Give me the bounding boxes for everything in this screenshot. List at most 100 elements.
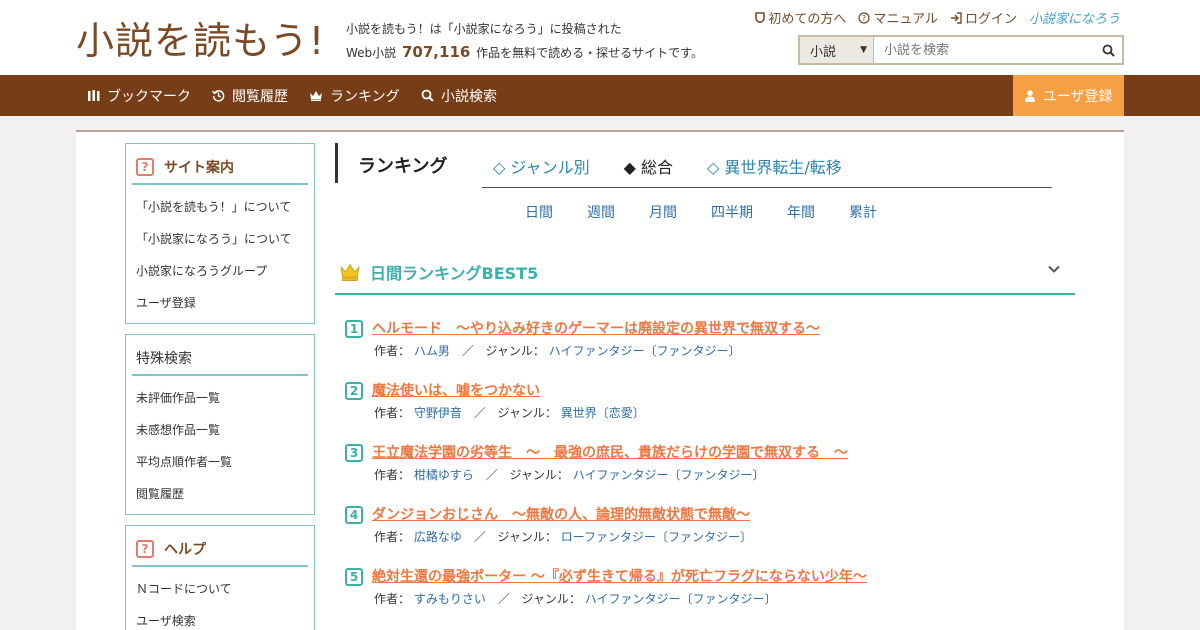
meta-separator: ／ bbox=[473, 406, 486, 420]
tagline-suffix: 作品を無料で読める・探せるサイトです。 bbox=[476, 46, 703, 60]
help-header: ? ヘルプ bbox=[132, 534, 308, 567]
rank-number-badge: 4 bbox=[345, 506, 363, 524]
sidebar-item-unrated[interactable]: 未評価作品一覧 bbox=[136, 382, 314, 414]
sidebar-help: ? ヘルプ Ｎコードについて ユーザ検索 bbox=[125, 525, 315, 630]
sidebar-item-register[interactable]: ユーザ登録 bbox=[136, 287, 314, 319]
nav-bookmark[interactable]: ブックマーク bbox=[88, 75, 191, 116]
site-header: 小説を読もう! 小説を読もう！は「小説家になろう」に投稿された Web小説 70… bbox=[0, 0, 1200, 75]
site-guide-list: 「小説を読もう！」について 「小説家になろう」について 小説家になろうグループ … bbox=[126, 185, 314, 325]
ranking-title: ランキング bbox=[358, 156, 448, 177]
rank-number-badge: 2 bbox=[345, 382, 363, 400]
author-label: 作者： bbox=[374, 344, 411, 358]
question-icon: ? bbox=[136, 157, 154, 176]
first-time-label: 初めての方へ bbox=[768, 12, 847, 27]
nav-search-label: 小説検索 bbox=[441, 88, 497, 105]
header-links: 初めての方へ ? マニュアル ログイン 小説家になろう bbox=[755, 8, 1120, 27]
search-bar: 小説 ▼ bbox=[798, 35, 1124, 65]
author-label: 作者： bbox=[374, 530, 411, 544]
meta-separator: ／ bbox=[485, 468, 498, 482]
tab-genre[interactable]: ◇ ジャンル別 bbox=[493, 154, 590, 178]
nav-register-button[interactable]: ユーザ登録 bbox=[1013, 75, 1124, 116]
crown-icon bbox=[340, 263, 360, 281]
tabs-divider bbox=[482, 187, 1052, 188]
site-tagline: 小説を読もう！は「小説家になろう」に投稿された Web小説 707,116 作品… bbox=[346, 18, 703, 65]
meta-separator: ／ bbox=[497, 592, 510, 606]
author-label: 作者： bbox=[374, 406, 411, 420]
search-icon bbox=[1102, 44, 1115, 57]
period-weekly[interactable]: 週間 bbox=[587, 202, 615, 222]
period-monthly[interactable]: 月間 bbox=[649, 202, 677, 222]
special-search-header: 特殊検索 bbox=[132, 343, 308, 376]
work-count: 707,116 bbox=[402, 43, 471, 61]
genre-label: ジャンル： bbox=[485, 344, 545, 358]
sidebar-special-search: 特殊検索 未評価作品一覧 未感想作品一覧 平均点順作者一覧 閲覧履歴 bbox=[125, 334, 315, 515]
site-logo[interactable]: 小説を読もう! bbox=[76, 10, 325, 65]
search-type-value: 小説 bbox=[810, 44, 837, 60]
rank-number-badge: 3 bbox=[345, 444, 363, 462]
search-type-select[interactable]: 小説 ▼ bbox=[800, 37, 874, 63]
best5-title: 日間ランキングBEST5 bbox=[370, 263, 539, 283]
sidebar-item-about-narou[interactable]: 「小説家になろう」について bbox=[136, 223, 314, 255]
manual-link[interactable]: ? マニュアル bbox=[858, 8, 938, 27]
search-input[interactable] bbox=[874, 37, 1094, 63]
genre-link[interactable]: ローファンタジー〔ファンタジー〕 bbox=[561, 530, 752, 544]
special-search-list: 未評価作品一覧 未感想作品一覧 平均点順作者一覧 閲覧履歴 bbox=[126, 376, 314, 516]
sidebar-item-about-yomou[interactable]: 「小説を読もう！」について bbox=[136, 191, 314, 223]
caret-down-icon: ▼ bbox=[860, 45, 867, 55]
period-quarterly[interactable]: 四半期 bbox=[711, 202, 753, 222]
sidebar-item-user-search[interactable]: ユーザ検索 bbox=[136, 605, 314, 630]
sidebar-item-narou-group[interactable]: 小説家になろうグループ bbox=[136, 255, 314, 287]
author-link[interactable]: 柑橘ゆすら bbox=[414, 468, 474, 482]
author-link[interactable]: 守野伊音 bbox=[414, 406, 462, 420]
site-guide-title: サイト案内 bbox=[164, 159, 234, 176]
nav-history-label: 閲覧履歴 bbox=[232, 88, 288, 105]
author-link[interactable]: 広路なゆ bbox=[414, 530, 462, 544]
manual-label: マニュアル bbox=[873, 12, 938, 27]
history-icon bbox=[212, 90, 225, 102]
best5-header[interactable]: 日間ランキングBEST5 bbox=[335, 250, 1075, 295]
tab-isekai[interactable]: ◇ 異世界転生/転移 bbox=[707, 154, 842, 178]
novel-title-link[interactable]: 魔法使いは、嘘をつかない bbox=[372, 380, 540, 400]
ranking-tabs: ◇ ジャンル別 ◆ 総合 ◇ 異世界転生/転移 bbox=[493, 154, 842, 178]
sidebar-item-no-reviews[interactable]: 未感想作品一覧 bbox=[136, 414, 314, 446]
chevron-down-icon[interactable] bbox=[1047, 262, 1061, 276]
nav-search[interactable]: 小説検索 bbox=[421, 75, 497, 116]
question-icon: ? bbox=[136, 539, 154, 558]
period-daily[interactable]: 日間 bbox=[525, 202, 553, 222]
search-button[interactable] bbox=[1094, 37, 1122, 63]
period-total[interactable]: 累計 bbox=[849, 202, 877, 222]
period-yearly[interactable]: 年間 bbox=[787, 202, 815, 222]
rank-number-badge: 1 bbox=[345, 320, 363, 338]
rank-number-badge: 5 bbox=[345, 568, 363, 586]
author-label: 作者： bbox=[374, 592, 411, 606]
first-time-link[interactable]: 初めての方へ bbox=[755, 8, 846, 27]
nav-ranking-label: ランキング bbox=[330, 88, 400, 105]
genre-link[interactable]: ハイファンタジー〔ファンタジー〕 bbox=[549, 344, 741, 358]
author-link[interactable]: すみもりさい bbox=[414, 592, 486, 606]
nav-history[interactable]: 閲覧履歴 bbox=[212, 75, 288, 116]
sidebar-item-history[interactable]: 閲覧履歴 bbox=[136, 478, 314, 510]
login-link[interactable]: ログイン bbox=[950, 8, 1017, 27]
sidebar-site-guide: ? サイト案内 「小説を読もう！」について 「小説家になろう」について 小説家に… bbox=[125, 143, 315, 324]
svg-text:?: ? bbox=[862, 14, 866, 23]
tab-overall[interactable]: ◆ 総合 bbox=[624, 154, 673, 178]
author-link[interactable]: ハム男 bbox=[414, 344, 450, 358]
genre-link[interactable]: ハイファンタジー〔ファンタジー〕 bbox=[573, 468, 765, 482]
sidebar-item-avg-authors[interactable]: 平均点順作者一覧 bbox=[136, 446, 314, 478]
novel-title-link[interactable]: 王立魔法学園の劣等生 ～ 最強の庶民、貴族だらけの学園で無双する ～ bbox=[372, 442, 848, 462]
novel-title-link[interactable]: ダンジョンおじさん ～無敵の人、論理的無敵状態で無敵～ bbox=[372, 504, 750, 524]
login-icon bbox=[950, 11, 962, 24]
help-list: Ｎコードについて ユーザ検索 bbox=[126, 567, 314, 630]
genre-link[interactable]: 異世界〔恋愛〕 bbox=[561, 406, 645, 420]
genre-link[interactable]: ハイファンタジー〔ファンタジー〕 bbox=[585, 592, 777, 606]
search-icon bbox=[421, 89, 434, 102]
help-title: ヘルプ bbox=[164, 541, 206, 558]
narou-logo-link[interactable]: 小説家になろう bbox=[1029, 8, 1120, 27]
novel-title-link[interactable]: 絶対生還の最強ポーター ～『必ず生きて帰る』が死亡フラグにならない少年～ bbox=[372, 566, 867, 586]
nav-ranking[interactable]: ランキング bbox=[309, 75, 400, 116]
tagline-prefix: Web小説 bbox=[346, 46, 397, 60]
novel-meta: 作者： すみもりさい ／ ジャンル： ハイファンタジー〔ファンタジー〕 bbox=[374, 590, 777, 607]
sidebar-item-ncode[interactable]: Ｎコードについて bbox=[136, 573, 314, 605]
novel-title-link[interactable]: ヘルモード ～やり込み好きのゲーマーは廃設定の異世界で無双する～ bbox=[372, 318, 820, 338]
login-label: ログイン bbox=[964, 12, 1017, 27]
